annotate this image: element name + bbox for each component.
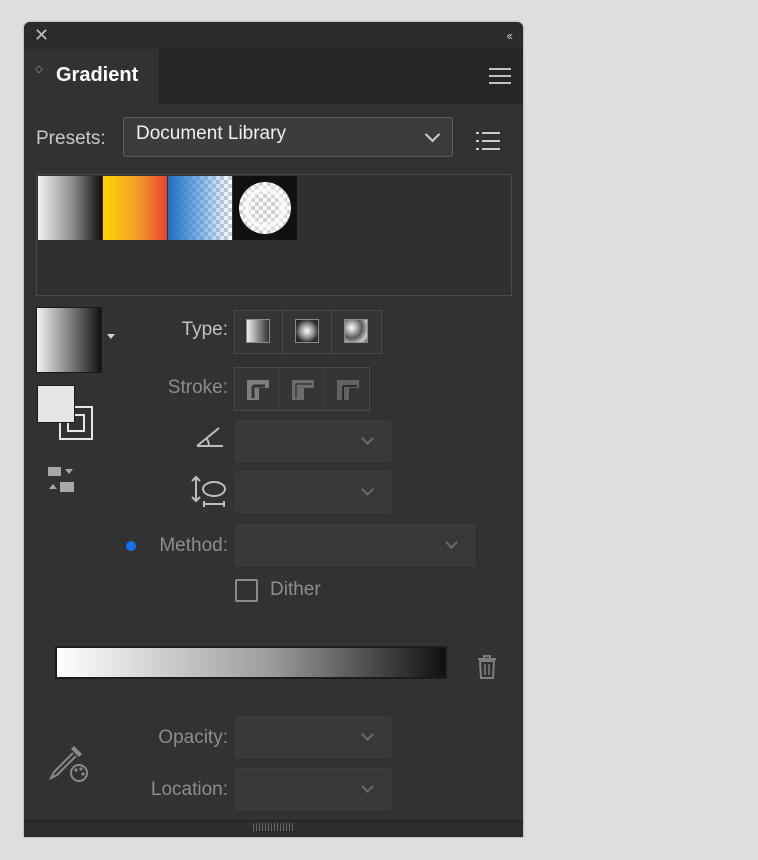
freeform-gradient-button[interactable]	[333, 311, 381, 353]
chevron-down-icon	[424, 126, 441, 143]
eyedropper-color-picker-icon[interactable]	[46, 742, 90, 782]
presets-label: Presets:	[36, 128, 106, 149]
stroke-label: Stroke:	[167, 377, 228, 398]
presets-value: Document Library	[136, 123, 286, 144]
opacity-dropdown[interactable]	[235, 716, 391, 758]
gradient-slider[interactable]	[55, 646, 447, 679]
opacity-label: Opacity:	[158, 727, 228, 748]
method-label: Method:	[159, 535, 228, 556]
swatch-white-radial[interactable]	[233, 176, 297, 240]
swatch-yellow-to-red[interactable]	[103, 176, 167, 240]
aspect-ratio-icon	[191, 475, 226, 507]
method-indicator-dot	[126, 541, 136, 551]
chevron-down-icon	[361, 728, 374, 741]
stroke-along-button[interactable]	[280, 368, 325, 410]
angle-dropdown[interactable]	[235, 420, 391, 462]
swatch-blue-to-transparent[interactable]	[168, 176, 232, 240]
fill-gradient-swatch[interactable]	[36, 307, 102, 373]
location-label: Location:	[150, 779, 228, 800]
stroke-gradient-buttons	[234, 367, 370, 411]
type-label: Type:	[181, 319, 228, 340]
presets-dropdown[interactable]: Document Library	[123, 117, 453, 157]
freeform-gradient-icon	[344, 319, 368, 343]
fill-color-swatch[interactable]	[37, 385, 75, 423]
stroke-within-button[interactable]	[235, 368, 280, 410]
method-dropdown[interactable]	[235, 524, 475, 566]
swap-fill-stroke-icon[interactable]	[46, 465, 78, 495]
stroke-along-icon	[292, 380, 314, 400]
aspect-ratio-dropdown[interactable]	[235, 471, 391, 513]
gradient-panel: ✕ ‹‹ ◇ Gradient Presets: Document Librar…	[24, 22, 523, 837]
stroke-within-icon	[247, 380, 269, 400]
tab-gradient[interactable]: ◇ Gradient	[24, 49, 159, 104]
stroke-across-icon	[337, 380, 359, 400]
stroke-across-button[interactable]	[325, 368, 370, 410]
radial-gradient-button[interactable]	[284, 311, 332, 353]
linear-gradient-button[interactable]	[235, 311, 283, 353]
chevron-down-icon	[445, 536, 458, 549]
tab-label: Gradient	[56, 64, 139, 86]
gradient-type-buttons	[234, 310, 382, 354]
collapse-panel-icon[interactable]: ‹‹	[506, 28, 513, 43]
dither-checkbox[interactable]	[235, 579, 258, 602]
linear-gradient-icon	[246, 319, 270, 343]
angle-icon	[196, 427, 223, 447]
location-dropdown[interactable]	[235, 768, 391, 810]
panel-menu-icon[interactable]	[489, 68, 511, 89]
radial-gradient-icon	[295, 319, 319, 343]
chevron-down-icon	[361, 483, 374, 496]
dither-label: Dither	[270, 579, 321, 600]
panel-titlebar: ✕ ‹‹	[24, 22, 523, 49]
panel-tabstrip: ◇ Gradient	[24, 49, 523, 104]
tab-reorder-icon: ◇	[35, 64, 43, 75]
swatch-white-to-black[interactable]	[38, 176, 102, 240]
resize-grip-icon[interactable]	[253, 823, 293, 831]
list-view-icon[interactable]	[476, 132, 502, 156]
close-icon[interactable]: ✕	[34, 26, 49, 44]
chevron-down-icon	[361, 780, 374, 793]
gradient-swatch-library	[36, 174, 512, 296]
trash-icon[interactable]	[476, 654, 498, 680]
chevron-down-icon	[361, 432, 374, 445]
fill-dropdown-caret-icon[interactable]	[107, 334, 115, 339]
